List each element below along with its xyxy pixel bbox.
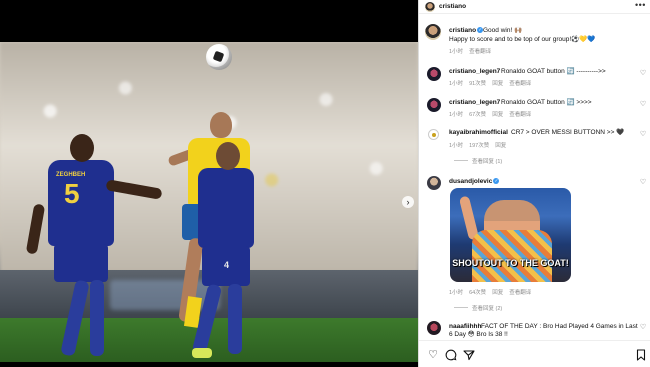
player-blue-defender: 4 bbox=[188, 142, 268, 362]
comment-avatar[interactable] bbox=[427, 98, 441, 112]
jersey-number: 5 bbox=[64, 178, 80, 209]
comment-avatar[interactable] bbox=[427, 176, 441, 190]
heart-icon[interactable]: ♡ bbox=[639, 131, 647, 139]
view-replies-button[interactable]: 查看回复 (2) bbox=[454, 304, 502, 312]
caption-avatar[interactable] bbox=[425, 24, 441, 40]
comment-text: Ronaldo GOAT button 🔄 >>>> bbox=[501, 99, 592, 106]
comment-username[interactable]: cristiano_legen7 bbox=[449, 68, 500, 75]
bookmark-icon[interactable] bbox=[635, 349, 647, 361]
comment-username[interactable]: cristiano_legen7 bbox=[449, 99, 500, 106]
author-avatar[interactable] bbox=[425, 2, 435, 12]
verified-badge-icon: ✓ bbox=[493, 178, 500, 184]
comment-username[interactable]: dusandjolevic ✓ bbox=[449, 178, 500, 185]
jersey-number-front: 4 bbox=[224, 260, 230, 270]
post-header: cristiano ••• bbox=[419, 0, 650, 14]
caption-line-2: Happy to score and to be top of our grou… bbox=[449, 36, 596, 43]
caption-meta: 1小时 查看翻译 bbox=[449, 49, 492, 55]
post-media: 4 ZEGHBEH 5 › bbox=[0, 0, 418, 367]
comment-avatar[interactable] bbox=[428, 129, 439, 140]
comment-gif: SHOUTOUT TO THE GOAT! bbox=[450, 188, 571, 282]
comment-username[interactable]: kayaibrahimofficial bbox=[449, 129, 508, 136]
heart-icon[interactable]: ♡ bbox=[639, 179, 647, 187]
caption-line-1: Good win! 🙌🏽 bbox=[483, 27, 523, 34]
comment-meta: 1小时 197次赞 回复 bbox=[449, 143, 507, 149]
author-username[interactable]: cristiano bbox=[439, 3, 466, 10]
heart-icon[interactable]: ♡ bbox=[427, 349, 439, 361]
comment-meta: 1小时 67次赞 回复 查看翻译 bbox=[449, 112, 532, 118]
comment-text-line-1: FACT OF THE DAY : Bro Had Played 4 Games… bbox=[481, 323, 638, 330]
chevron-right-icon[interactable]: › bbox=[402, 196, 414, 208]
action-bar: ♡ bbox=[419, 340, 650, 367]
comment-text-line-2: 6 Day 😳 Bro Is 38 !! bbox=[449, 331, 508, 338]
comment-username[interactable]: naaafiihhh bbox=[449, 323, 482, 330]
comment-avatar[interactable] bbox=[427, 67, 441, 81]
comments-panel: cristiano ••• cristiano ✓ Good win! 🙌🏽 Ha… bbox=[418, 0, 650, 367]
comment-text: Ronaldo GOAT button 🔄 ---------->> bbox=[501, 68, 606, 75]
caption-translate[interactable]: 查看翻译 bbox=[469, 49, 491, 55]
post-photo: 4 ZEGHBEH 5 bbox=[0, 42, 418, 362]
caption-author[interactable]: cristiano ✓ bbox=[449, 27, 484, 34]
gif-caption: SHOUTOUT TO THE GOAT! bbox=[452, 258, 569, 268]
comment-text: CR7 > OVER MESSI BUTTONN >> 🖤 bbox=[511, 129, 625, 136]
send-icon[interactable] bbox=[463, 349, 475, 361]
football bbox=[206, 44, 232, 70]
player-blue-number-five: ZEGHBEH 5 bbox=[25, 134, 163, 362]
view-replies-button[interactable]: 查看回复 (1) bbox=[454, 157, 502, 165]
heart-icon[interactable]: ♡ bbox=[639, 70, 647, 78]
comment-meta: 1小时 64次赞 回复 查看翻译 bbox=[449, 290, 532, 296]
heart-icon[interactable]: ♡ bbox=[639, 101, 647, 109]
heart-icon[interactable]: ♡ bbox=[639, 324, 647, 332]
comment-avatar[interactable] bbox=[427, 321, 441, 335]
comment-icon[interactable] bbox=[445, 349, 457, 361]
comment-meta: 1小时 91次赞 回复 查看翻译 bbox=[449, 81, 532, 87]
more-dots-icon[interactable]: ••• bbox=[635, 0, 646, 10]
